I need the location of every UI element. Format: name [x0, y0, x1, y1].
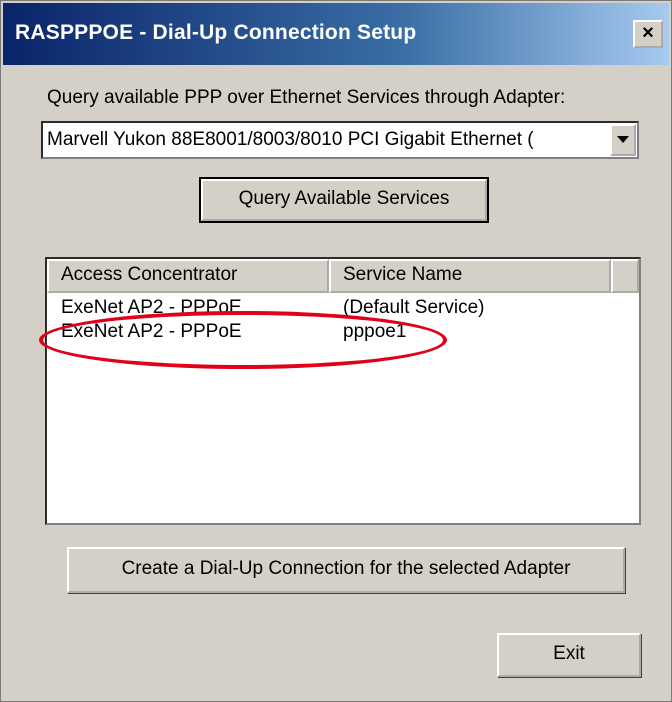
adapter-dropdown-button[interactable]	[610, 124, 636, 156]
adapter-select[interactable]: Marvell Yukon 88E8001/8003/8010 PCI Giga…	[41, 121, 639, 159]
adapter-label: Query available PPP over Ethernet Servic…	[47, 87, 566, 108]
chevron-down-icon	[617, 136, 629, 143]
access-concentrator-cell: ExeNet AP2 - PPPoE	[61, 297, 242, 318]
list-item[interactable]: ExeNet AP2 - PPPoE (Default Service)	[47, 297, 639, 319]
window-title: RASPPPOE - Dial-Up Connection Setup	[15, 21, 417, 44]
service-name-cell: (Default Service)	[343, 297, 485, 318]
query-services-button[interactable]: Query Available Services	[199, 177, 489, 223]
dialog-window: RASPPPOE - Dial-Up Connection Setup × Qu…	[0, 0, 672, 702]
list-item[interactable]: ExeNet AP2 - PPPoE pppoe1	[47, 321, 639, 343]
column-header-service-name[interactable]: Service Name	[329, 259, 611, 293]
title-bar[interactable]: RASPPPOE - Dial-Up Connection Setup ×	[3, 3, 669, 65]
service-name-cell: pppoe1	[343, 321, 407, 342]
exit-button[interactable]: Exit	[497, 633, 641, 677]
close-icon: ×	[642, 22, 654, 44]
services-list[interactable]: Access Concentrator Service Name ExeNet …	[45, 257, 641, 525]
adapter-select-value: Marvell Yukon 88E8001/8003/8010 PCI Giga…	[47, 129, 534, 150]
access-concentrator-cell: ExeNet AP2 - PPPoE	[61, 321, 242, 342]
create-connection-button[interactable]: Create a Dial-Up Connection for the sele…	[67, 547, 625, 593]
column-header-spacer	[611, 259, 639, 293]
column-header-access-concentrator[interactable]: Access Concentrator	[47, 259, 329, 293]
close-button[interactable]: ×	[633, 20, 663, 48]
